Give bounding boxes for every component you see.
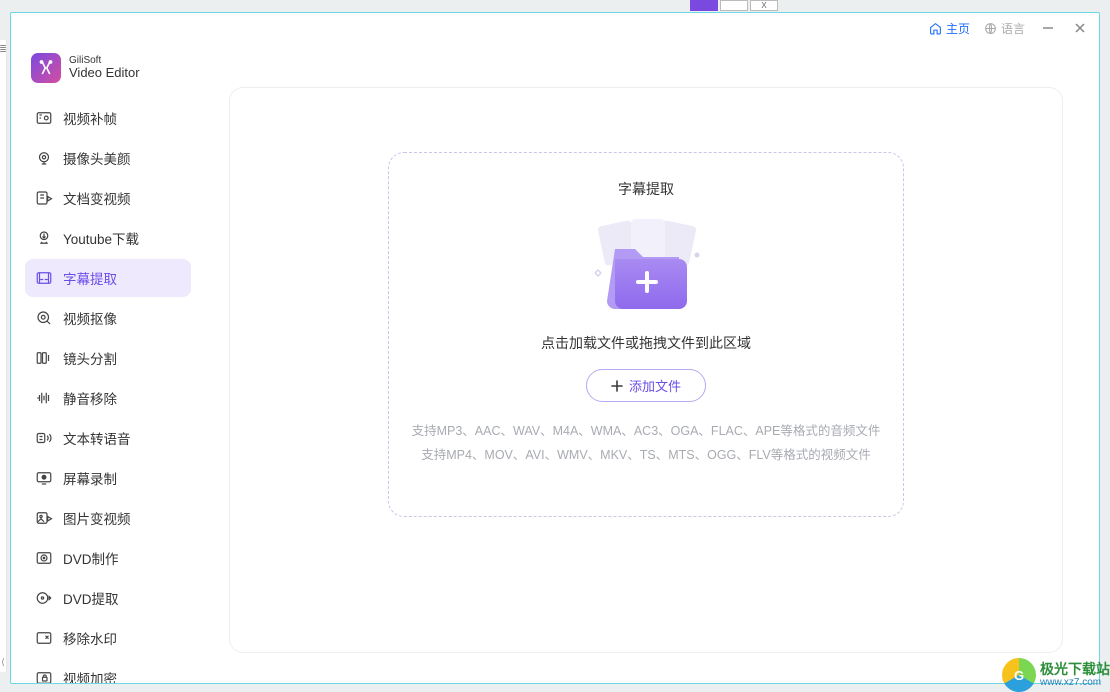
sidebar-item-dvd-extract[interactable]: DVD提取 [25, 579, 191, 617]
sidebar-item-label: 文本转语音 [63, 428, 131, 448]
home-button[interactable]: 主页 [929, 20, 970, 37]
sidebar-item-dvd-make[interactable]: DVD制作 [25, 539, 191, 577]
dvd-extract-icon [35, 589, 53, 607]
sidebar-item-youtube-download[interactable]: Youtube下载 [25, 219, 191, 257]
plus-icon [611, 380, 623, 392]
waveform-icon [35, 389, 53, 407]
split-icon [35, 349, 53, 367]
doc-video-icon [35, 189, 53, 207]
sidebar-item-subtitle-extract[interactable]: 字幕提取 [25, 259, 191, 297]
logo-icon [31, 53, 61, 83]
sidebar-item-silence-remove[interactable]: 静音移除 [25, 379, 191, 417]
close-button[interactable] [1071, 19, 1089, 37]
frame-plus-icon [35, 109, 53, 127]
minimize-button[interactable] [1039, 19, 1057, 37]
sidebar-item-label: 摄像头美颜 [63, 148, 131, 168]
sidebar-item-video-interpolation[interactable]: 视频补帧 [25, 99, 191, 137]
add-file-button[interactable]: 添加文件 [586, 369, 706, 402]
sidebar-item-screen-record[interactable]: 屏幕录制 [25, 459, 191, 497]
sidebar-item-label: 移除水印 [63, 628, 117, 648]
add-file-label: 添加文件 [629, 376, 681, 395]
sidebar-item-label: DVD制作 [63, 548, 119, 568]
sidebar-item-tts[interactable]: 文本转语音 [25, 419, 191, 457]
sidebar-item-doc-to-video[interactable]: 文档变视频 [25, 179, 191, 217]
language-label: 语言 [1001, 20, 1025, 37]
sidebar-item-video-cutout[interactable]: 视频抠像 [25, 299, 191, 337]
subtitle-icon [35, 269, 53, 287]
image-video-icon [35, 509, 53, 527]
sidebar-item-label: 视频加密 [63, 668, 117, 683]
globe-icon [984, 22, 997, 35]
sidebar-item-label: 文档变视频 [63, 188, 131, 208]
sidebar-item-lens-split[interactable]: 镜头分割 [25, 339, 191, 377]
sidebar-item-video-encrypt[interactable]: 视频加密 [25, 659, 191, 683]
download-icon [35, 229, 53, 247]
sidebar-item-label: 静音移除 [63, 388, 117, 408]
sidebar: GiliSoft Video Editor 视频补帧 摄像头美颜 文档变视频 Y… [11, 43, 205, 683]
home-icon [929, 22, 942, 35]
sidebar-item-label: 图片变视频 [63, 508, 131, 528]
dvd-make-icon [35, 549, 53, 567]
brand-line2: Video Editor [69, 66, 140, 80]
app-logo: GiliSoft Video Editor [25, 49, 191, 99]
external-rail: ≣⟨ [0, 40, 7, 672]
sidebar-item-label: 视频抠像 [63, 308, 117, 328]
sidebar-item-label: Youtube下载 [63, 228, 139, 248]
screen-record-icon [35, 469, 53, 487]
remove-watermark-icon [35, 629, 53, 647]
home-label: 主页 [946, 20, 970, 37]
drop-zone[interactable]: 字幕提取 [388, 152, 904, 517]
panel-title: 字幕提取 [618, 179, 674, 199]
sidebar-item-image-to-video[interactable]: 图片变视频 [25, 499, 191, 537]
sidebar-item-label: 屏幕录制 [63, 468, 117, 488]
background-window-tabs: X [690, 0, 778, 12]
sidebar-item-label: 镜头分割 [63, 348, 117, 368]
language-button[interactable]: 语言 [984, 20, 1025, 37]
main-card: 字幕提取 [229, 87, 1063, 653]
sidebar-item-label: 字幕提取 [63, 268, 117, 288]
camera-beauty-icon [35, 149, 53, 167]
tts-icon [35, 429, 53, 447]
folder-add-icon [581, 215, 711, 315]
app-window: 主页 语言 GiliSoft Video Editor [10, 12, 1100, 684]
drop-hint: 点击加载文件或拖拽文件到此区域 [541, 333, 751, 353]
main-panel: 字幕提取 [205, 43, 1099, 683]
sidebar-item-remove-watermark[interactable]: 移除水印 [25, 619, 191, 657]
sidebar-item-camera-beauty[interactable]: 摄像头美颜 [25, 139, 191, 177]
supported-video-formats: 支持MP4、MOV、AVI、WMV、MKV、TS、MTS、OGG、FLV等格式的… [421, 444, 871, 468]
sidebar-item-label: 视频补帧 [63, 108, 117, 128]
cutout-icon [35, 309, 53, 327]
supported-audio-formats: 支持MP3、AAC、WAV、M4A、WMA、AC3、OGA、FLAC、APE等格… [412, 420, 881, 444]
sidebar-item-label: DVD提取 [63, 588, 119, 608]
titlebar: 主页 语言 [11, 13, 1099, 43]
encrypt-icon [35, 669, 53, 683]
